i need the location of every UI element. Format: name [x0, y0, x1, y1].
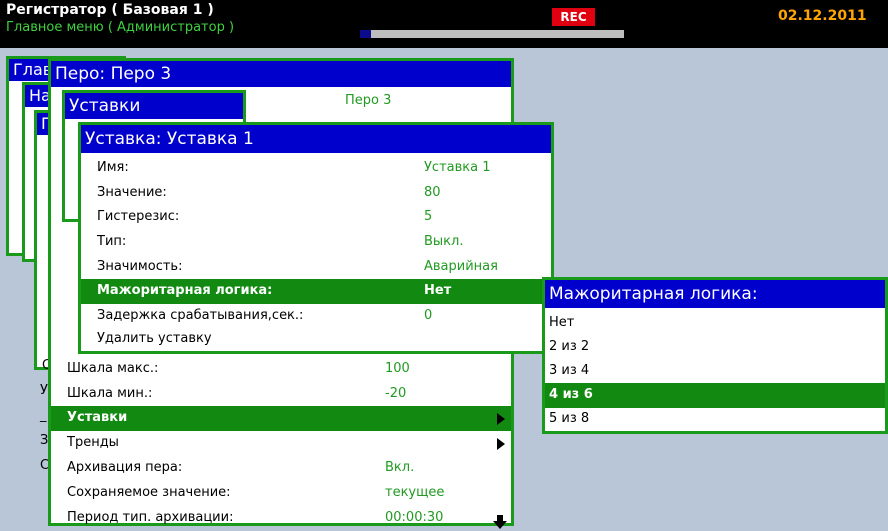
option-none[interactable]: Нет — [545, 311, 885, 336]
pen-row-archive-period[interactable]: Период тип. архивации: 00:00:30 — [51, 506, 511, 531]
setpoint-row-value[interactable]: Значение: 80 — [81, 181, 551, 206]
majority-logic-popup: Мажоритарная логика: Нет 2 из 2 3 из 4 4… — [542, 277, 888, 434]
setpoint-row-delay[interactable]: Задержка срабатывания,сек.: 0 — [81, 304, 551, 329]
pen-row-saved-value[interactable]: Сохраняемое значение: текущее — [51, 481, 511, 506]
chevron-right-icon — [497, 438, 505, 450]
setpoint-row-type[interactable]: Тип: Выкл. — [81, 230, 551, 255]
setpoint-row-majority-logic[interactable]: Мажоритарная логика: Нет — [81, 279, 551, 304]
setpoint-row-hysteresis[interactable]: Гистерезис: 5 — [81, 205, 551, 230]
setpoint-window-title: Уставка: Уставка 1 — [81, 125, 551, 153]
pen-row-trends[interactable]: Тренды — [51, 431, 511, 456]
pen-row-setpoints[interactable]: Уставки — [51, 406, 511, 431]
date-display: 02.12.2011 — [778, 8, 867, 24]
setpoint-row-name[interactable]: Имя: Уставка 1 — [81, 156, 551, 181]
option-2-of-2[interactable]: 2 из 2 — [545, 335, 885, 360]
progress-fill — [360, 30, 371, 38]
bg-label: _ — [40, 408, 47, 423]
setpoint-window: Уставка: Уставка 1 Имя: Уставка 1 Значен… — [78, 122, 554, 354]
pen-row-archiving[interactable]: Архивация пера: Вкл. — [51, 456, 511, 481]
app-title: Регистратор ( Базовая 1 ) — [6, 2, 214, 18]
pen-name-value: Перо 3 — [345, 93, 392, 108]
chevron-right-icon — [497, 413, 505, 425]
popup-title: Мажоритарная логика: — [545, 280, 885, 308]
setpoints-window-title: Уставки — [65, 93, 243, 119]
option-3-of-4[interactable]: 3 из 4 — [545, 359, 885, 384]
rec-indicator: REC — [552, 8, 595, 26]
memory-progress-bar — [360, 30, 624, 38]
scroll-down-icon[interactable] — [493, 515, 507, 529]
breadcrumb: Главное меню ( Администратор ) — [6, 20, 235, 35]
pen-window-title: Перо: Перо 3 — [51, 61, 511, 87]
pen-row-scale-max[interactable]: Шкала макс.: 100 — [51, 357, 511, 382]
pen-row-scale-min[interactable]: Шкала мин.: -20 — [51, 382, 511, 407]
option-4-of-6[interactable]: 4 из 6 — [545, 383, 885, 408]
option-5-of-8[interactable]: 5 из 8 — [545, 407, 885, 432]
setpoint-row-delete[interactable]: Удалить уставку — [81, 327, 551, 352]
setpoint-row-severity[interactable]: Значимость: Аварийная — [81, 255, 551, 280]
